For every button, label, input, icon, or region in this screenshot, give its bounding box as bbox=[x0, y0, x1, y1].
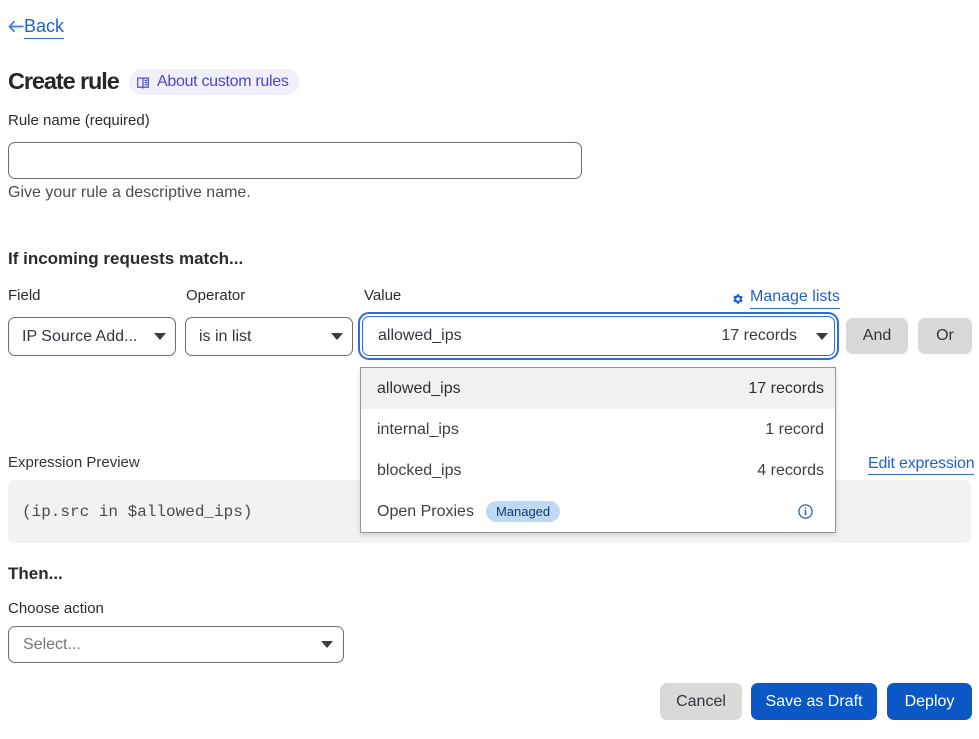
svg-text:i: i bbox=[804, 507, 807, 518]
